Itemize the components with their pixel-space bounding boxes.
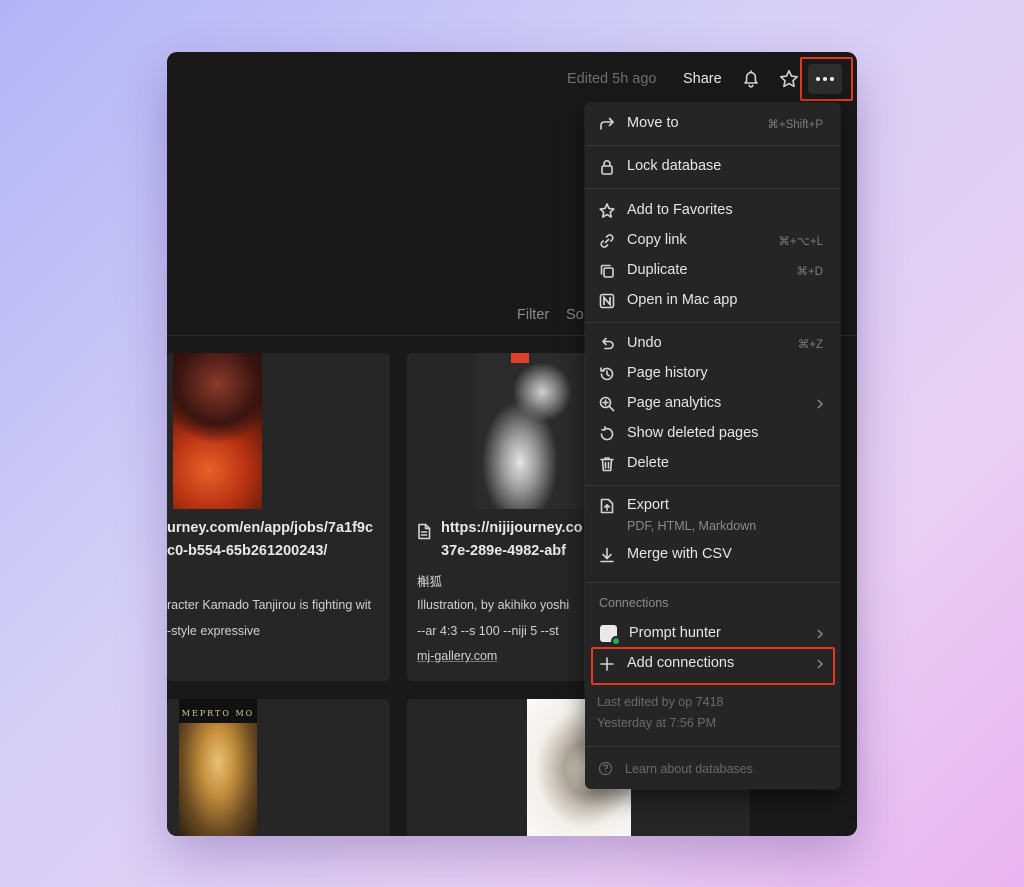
menu-item-duplicate[interactable]: Duplicate ⌘+D: [585, 256, 840, 286]
history-icon: [598, 365, 616, 383]
card-tags: -style expressive: [167, 624, 261, 638]
restore-icon: [598, 425, 616, 443]
chevron-right-icon: [816, 398, 824, 410]
share-button[interactable]: Share: [683, 71, 722, 87]
gallery-card[interactable]: MEPRTO MO: [167, 699, 390, 836]
menu-item-page-analytics[interactable]: Page analytics: [585, 389, 840, 419]
menu-divider: [585, 582, 840, 583]
menu-item-prompt-hunter[interactable]: Prompt hunter: [585, 619, 840, 649]
status-dot: [611, 636, 621, 646]
bell-icon[interactable]: [740, 68, 762, 90]
menu-item-label: Add to Favorites: [627, 202, 733, 218]
menu-item-learn-about-databases[interactable]: Learn about databases: [585, 754, 840, 784]
more-options-menu: Move to ⌘+Shift+P Lock database Add to F…: [585, 103, 840, 789]
card-link[interactable]: mj-gallery.com: [417, 649, 497, 663]
lock-icon: [598, 158, 616, 176]
menu-item-add-to-favorites[interactable]: Add to Favorites: [585, 196, 840, 226]
filter-button[interactable]: Filter: [517, 307, 549, 323]
chevron-right-icon: [816, 628, 824, 640]
card-cover-image: [475, 353, 587, 509]
menu-divider: [585, 322, 840, 323]
menu-item-export[interactable]: Export PDF, HTML, Markdown: [585, 491, 840, 537]
card-description: Illustration, by akihiko yoshi: [417, 598, 570, 612]
sort-button[interactable]: So: [566, 307, 584, 323]
more-button-highlight: [800, 57, 853, 101]
menu-item-shortcut: ⌘+D: [796, 266, 823, 278]
link-icon: [598, 232, 616, 250]
card-params: --ar 4:3 --s 100 --niji 5 --st: [417, 624, 559, 638]
add-connections-highlight: [591, 647, 835, 685]
edited-time: Edited 5h ago: [567, 71, 657, 87]
undo-icon: [598, 335, 616, 353]
top-bar: Edited 5h ago Share: [167, 52, 857, 106]
menu-item-label: Merge with CSV: [627, 546, 732, 562]
connections-header: Connections: [599, 596, 669, 610]
menu-item-page-history[interactable]: Page history: [585, 359, 840, 389]
menu-item-label: Move to: [627, 115, 679, 131]
menu-item-label: Learn about databases: [625, 762, 753, 776]
card-description: racter Kamado Tanjirou is fighting wit: [167, 598, 372, 612]
notion-icon: [598, 292, 616, 310]
card-title-line2: c0-b554-65b261200243/: [167, 543, 328, 559]
export-icon: [598, 497, 616, 515]
card-cover-image: [173, 353, 262, 509]
menu-item-show-deleted-pages[interactable]: Show deleted pages: [585, 419, 840, 449]
menu-item-label: Undo: [627, 335, 662, 351]
menu-item-move-to[interactable]: Move to ⌘+Shift+P: [585, 109, 840, 139]
help-icon: [598, 761, 613, 776]
menu-item-delete[interactable]: Delete: [585, 449, 840, 479]
menu-divider: [585, 485, 840, 486]
menu-item-open-in-mac-app[interactable]: Open in Mac app: [585, 286, 840, 316]
menu-item-label: Duplicate: [627, 262, 688, 278]
menu-item-merge-with-csv[interactable]: Merge with CSV: [585, 540, 840, 570]
favorite-star-icon[interactable]: [778, 68, 800, 90]
menu-item-shortcut: ⌘+Shift+P: [767, 119, 823, 131]
card-title-line1: https://nijijourney.co: [441, 520, 583, 536]
last-edited-by: Last edited by op 7418: [597, 695, 724, 709]
menu-item-label: Show deleted pages: [627, 425, 759, 441]
last-edited-time: Yesterday at 7:56 PM: [597, 716, 717, 730]
menu-divider: [585, 188, 840, 189]
card-name: 槲狐: [417, 575, 443, 589]
star-icon: [598, 202, 616, 220]
page-icon: [417, 523, 431, 540]
card-title-line1: urney.com/en/app/jobs/7a1f9c: [167, 520, 374, 536]
menu-item-label: Prompt hunter: [629, 625, 721, 641]
gallery-card[interactable]: https://nijijourney.co 37e-289e-4982-abf…: [407, 353, 607, 681]
trash-icon: [598, 455, 616, 473]
menu-item-label: Export: [627, 497, 669, 513]
menu-item-shortcut: ⌘+⌥+L: [778, 236, 823, 248]
card-title-line2: 37e-289e-4982-abf: [441, 543, 566, 559]
menu-item-label: Open in Mac app: [627, 292, 738, 308]
menu-divider: [585, 746, 840, 747]
menu-item-label: Page analytics: [627, 395, 722, 411]
gallery-card[interactable]: urney.com/en/app/jobs/7a1f9c c0-b554-65b…: [167, 353, 390, 681]
download-icon: [598, 546, 616, 564]
menu-item-label: Lock database: [627, 158, 722, 174]
neon-sign: [511, 353, 529, 363]
menu-item-copy-link[interactable]: Copy link ⌘+⌥+L: [585, 226, 840, 256]
menu-item-label: Copy link: [627, 232, 687, 248]
poster-text: MEPRTO MO: [181, 709, 255, 718]
menu-item-label: Page history: [627, 365, 708, 381]
menu-divider: [585, 145, 840, 146]
menu-item-lock-database[interactable]: Lock database: [585, 152, 840, 182]
arrow-right-icon: [598, 115, 616, 133]
menu-item-shortcut: ⌘+Z: [797, 339, 823, 351]
duplicate-icon: [598, 262, 616, 280]
menu-item-sublabel: PDF, HTML, Markdown: [627, 519, 757, 533]
menu-item-undo[interactable]: Undo ⌘+Z: [585, 329, 840, 359]
analytics-icon: [598, 395, 616, 413]
menu-item-label: Delete: [627, 455, 669, 471]
